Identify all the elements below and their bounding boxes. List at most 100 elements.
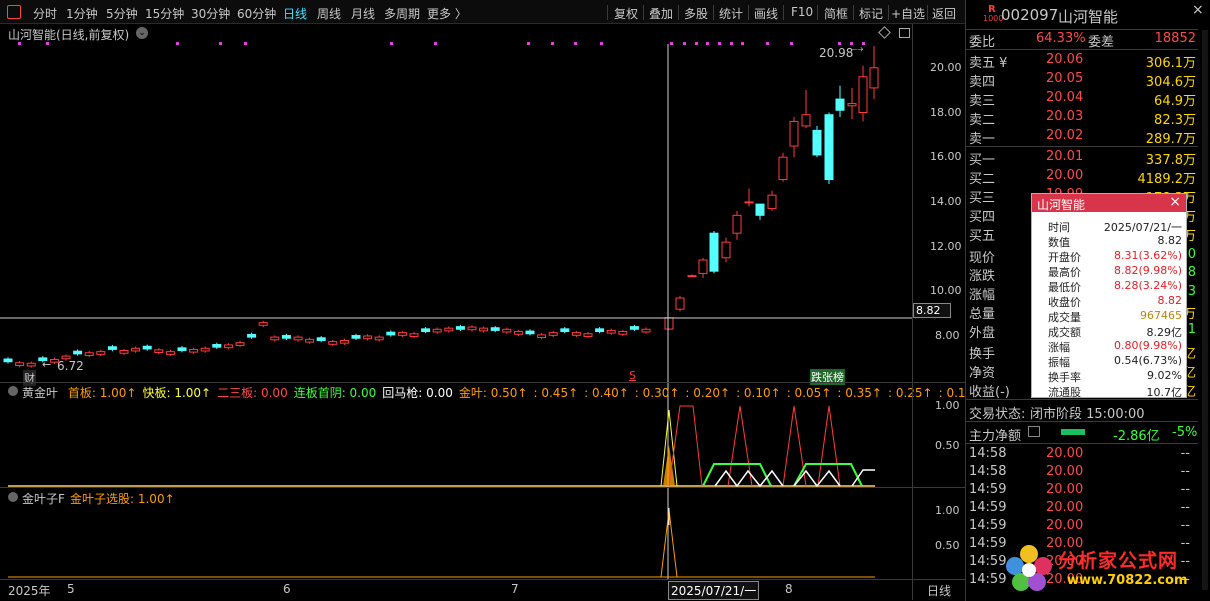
tooltip-key: 振幅 — [1048, 356, 1070, 369]
ask-row[interactable]: 卖一 20.02 289.7万 — [966, 127, 1198, 147]
indicator1-value: : 0.10↑ — [736, 386, 781, 400]
ask-price: 20.03 — [1046, 109, 1084, 124]
tick-row: 14:58 20.00 -- — [966, 463, 1198, 481]
indicator1-value: : 0.45↑ — [533, 386, 579, 400]
candle-body — [131, 347, 141, 352]
candle-body — [709, 232, 719, 272]
candle-body — [479, 327, 489, 332]
ind1-red — [817, 405, 841, 487]
candle-body — [664, 317, 674, 330]
period-daily[interactable]: 日线 — [283, 5, 307, 22]
tooltip-value: 0.54(6.73%) — [1113, 354, 1182, 367]
tool-back[interactable]: 返回 — [932, 5, 956, 22]
ask-volume: 304.6万 — [1145, 75, 1196, 90]
tool-fuquan[interactable]: 复权 — [614, 5, 638, 22]
indicator2-chevron-icon[interactable] — [8, 492, 18, 502]
indicator1-chevron-icon[interactable] — [8, 386, 18, 396]
x-label-month: 5 — [67, 582, 75, 596]
bid-row[interactable]: 买二 20.00 4189.2万 — [966, 167, 1198, 187]
candle-body — [3, 358, 13, 363]
ask-price: 20.06 — [1046, 52, 1084, 67]
tick-price: 20.00 — [1046, 482, 1084, 497]
bid-volume: 337.8万 — [1145, 153, 1196, 168]
y-tick: 14.00 — [930, 195, 962, 208]
signal-dot — [838, 42, 841, 45]
period-more[interactable]: 更多 〉 — [427, 5, 467, 22]
crosshair-price-tag: 8.82 — [913, 303, 951, 318]
tool-biaoji[interactable]: 标记 — [859, 5, 883, 22]
tool-f10[interactable]: F10 — [791, 5, 813, 19]
period-1min[interactable]: 1分钟 — [66, 5, 98, 22]
period-monthly[interactable]: 月线 — [351, 5, 375, 22]
ask-volume: 289.7万 — [1145, 132, 1196, 147]
tick-row: 14:59 20.00 -- — [966, 481, 1198, 499]
candle-body — [721, 241, 731, 259]
indicator1-value: : 0.40↑ — [584, 386, 629, 400]
candle-body — [189, 348, 199, 353]
signal-dot — [790, 42, 793, 45]
flow-icon[interactable] — [1028, 426, 1040, 437]
scrollbar[interactable] — [1202, 30, 1208, 590]
tool-jiankuang[interactable]: 简框 — [824, 5, 848, 22]
indicator2-name[interactable]: 金叶子F — [22, 490, 65, 507]
tick-time: 14:59 — [969, 572, 1007, 587]
candle-body — [281, 335, 291, 339]
signal-dot — [706, 42, 709, 45]
ind1-green — [702, 463, 772, 487]
indicator1-name[interactable]: 黄金叶 — [22, 386, 58, 400]
period-fenshi[interactable]: 分时 — [33, 5, 57, 22]
ind1-y-tick: 1.00 — [935, 399, 960, 412]
ask-row[interactable]: 卖五 ¥ 20.06 306.1万 — [966, 51, 1198, 71]
tool-diejia[interactable]: 叠加 — [649, 5, 673, 22]
tool-duogu[interactable]: 多股 — [684, 5, 708, 22]
candle-body — [351, 335, 361, 339]
x-label-month: 8 — [785, 582, 793, 596]
tooltip-row: 开盘价 8.31(3.62%) — [1032, 249, 1186, 264]
signal-dot — [390, 42, 393, 45]
tooltip-key: 换手率 — [1048, 371, 1081, 384]
candle-body — [316, 337, 326, 341]
ask-row[interactable]: 卖二 20.03 82.3万 — [966, 108, 1198, 128]
tool-huaxian[interactable]: 画线 — [754, 5, 778, 22]
period-60min[interactable]: 60分钟 — [237, 5, 276, 22]
period-15min[interactable]: 15分钟 — [145, 5, 184, 22]
tooltip-row: 换手率 9.02% — [1032, 369, 1186, 384]
candle-body — [571, 332, 581, 336]
tooltip-value: 8.28(3.24%) — [1113, 279, 1182, 292]
main-chart-svg — [0, 42, 912, 580]
stock-chart-window: { "toolbar": { "periods": ["分时","1分钟","5… — [0, 0, 1210, 601]
ask-row[interactable]: 卖三 20.04 64.9万 — [966, 89, 1198, 109]
candle-body — [537, 334, 547, 339]
x-axis-mode[interactable]: 日线 — [927, 582, 951, 599]
ask-row[interactable]: 卖四 20.05 304.6万 — [966, 70, 1198, 90]
period-weekly[interactable]: 周线 — [317, 5, 341, 22]
candle-body — [513, 331, 523, 335]
stat-label: 净资 — [969, 366, 996, 381]
ind1-white — [714, 469, 784, 488]
candle-body — [165, 351, 175, 355]
signal-dot — [718, 42, 721, 45]
period-multi[interactable]: 多周期 — [384, 5, 420, 22]
ask-label: 卖一 — [969, 132, 996, 147]
y-tick: 16.00 — [930, 150, 962, 163]
tool-add-favorite[interactable]: +自选 — [891, 5, 925, 22]
period-5min[interactable]: 5分钟 — [106, 5, 138, 22]
tooltip-close-icon[interactable]: × — [1169, 194, 1181, 210]
tooltip-value: 0.80(9.98%) — [1113, 339, 1182, 352]
y-tick: 20.00 — [930, 61, 962, 74]
y-tick: 8.00 — [935, 329, 960, 342]
main-flow-value: -2.86亿 — [1113, 429, 1160, 444]
signal-dot — [766, 42, 769, 45]
candle-body — [767, 194, 777, 210]
tool-tongji[interactable]: 统计 — [719, 5, 743, 22]
signal-dot — [695, 42, 698, 45]
close-icon[interactable]: × — [1192, 2, 1204, 18]
period-30min[interactable]: 30分钟 — [191, 5, 230, 22]
bid-row[interactable]: 买一 20.01 337.8万 — [966, 148, 1198, 168]
candle-body — [258, 322, 268, 326]
bid-price: 20.00 — [1046, 168, 1084, 183]
candle-body — [744, 201, 754, 204]
toolbar-icon[interactable] — [7, 5, 21, 19]
tick-volume: -- — [1180, 482, 1190, 497]
candle-body — [629, 326, 639, 330]
